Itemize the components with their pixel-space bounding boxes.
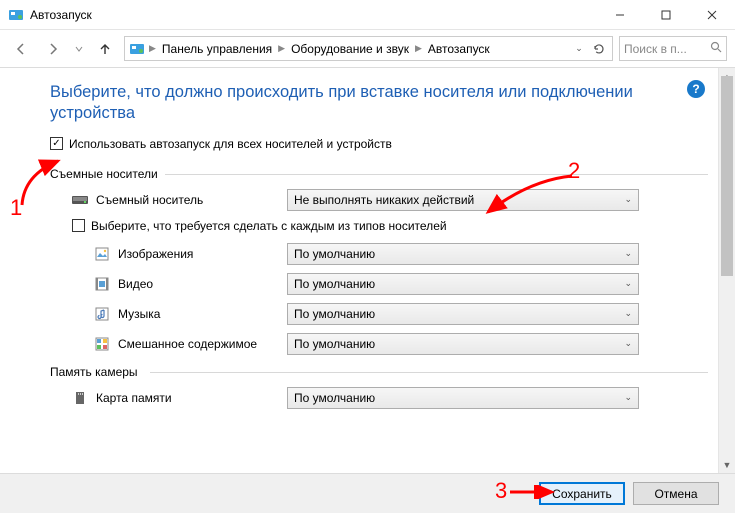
breadcrumb[interactable]: Панель управления bbox=[160, 42, 274, 56]
video-icon bbox=[94, 276, 110, 292]
control-panel-icon bbox=[129, 41, 145, 57]
cancel-button[interactable]: Отмена bbox=[633, 482, 719, 505]
combo-value: По умолчанию bbox=[294, 247, 375, 261]
chevron-down-icon: ⌄ bbox=[624, 308, 632, 319]
media-type-label: Изображения bbox=[118, 247, 193, 261]
search-placeholder: Поиск в п... bbox=[624, 42, 687, 56]
chevron-down-icon: ⌄ bbox=[624, 194, 632, 205]
combo-value: По умолчанию bbox=[294, 307, 375, 321]
mixed-icon bbox=[94, 336, 110, 352]
minimize-button[interactable] bbox=[597, 0, 643, 30]
image-icon bbox=[94, 246, 110, 262]
vertical-scrollbar[interactable]: ▲ ▼ bbox=[718, 68, 735, 473]
memory-card-label: Карта памяти bbox=[96, 391, 172, 405]
video-combo[interactable]: По умолчанию ⌄ bbox=[287, 273, 639, 295]
nav-forward-button[interactable] bbox=[40, 36, 66, 62]
refresh-button[interactable] bbox=[590, 40, 608, 58]
titlebar: Автозапуск bbox=[0, 0, 735, 30]
help-icon[interactable]: ? bbox=[687, 80, 705, 98]
autoplay-all-checkbox[interactable]: ✓ bbox=[50, 137, 63, 150]
chevron-right-icon: ▶ bbox=[149, 43, 156, 54]
page-title: Выберите, что должно происходить при вст… bbox=[50, 82, 670, 125]
media-type-label: Видео bbox=[118, 277, 153, 291]
breadcrumb[interactable]: Оборудование и звук bbox=[289, 42, 411, 56]
maximize-button[interactable] bbox=[643, 0, 689, 30]
footer: Сохранить Отмена bbox=[0, 473, 735, 513]
navbar: ▶ Панель управления ▶ Оборудование и зву… bbox=[0, 30, 735, 68]
combo-value: Не выполнять никаких действий bbox=[294, 193, 474, 207]
window-title: Автозапуск bbox=[30, 8, 92, 22]
address-bar[interactable]: ▶ Панель управления ▶ Оборудование и зву… bbox=[124, 36, 613, 61]
close-button[interactable] bbox=[689, 0, 735, 30]
search-icon bbox=[710, 41, 722, 56]
removable-media-legend: Съемные носители bbox=[50, 167, 698, 181]
music-icon bbox=[94, 306, 110, 322]
combo-value: По умолчанию bbox=[294, 337, 375, 351]
nav-history-dropdown[interactable] bbox=[72, 36, 86, 62]
combo-value: По умолчанию bbox=[294, 391, 375, 405]
address-dropdown-button[interactable]: ⌄ bbox=[570, 40, 588, 58]
annotation-arrow-1 bbox=[18, 155, 66, 210]
annotation-arrow-2 bbox=[480, 170, 580, 220]
chevron-right-icon: ▶ bbox=[415, 43, 422, 54]
chevron-right-icon: ▶ bbox=[278, 43, 285, 54]
images-combo[interactable]: По умолчанию ⌄ bbox=[287, 243, 639, 265]
content-pane: Выберите, что должно происходить при вст… bbox=[0, 68, 718, 473]
chevron-down-icon: ⌄ bbox=[624, 392, 632, 403]
nav-back-button[interactable] bbox=[8, 36, 34, 62]
annotation-3: 3 bbox=[495, 478, 507, 504]
app-icon bbox=[8, 7, 24, 23]
memory-card-combo[interactable]: По умолчанию ⌄ bbox=[287, 387, 639, 409]
removable-drive-label: Съемный носитель bbox=[96, 193, 203, 207]
scrollbar-thumb[interactable] bbox=[721, 76, 733, 276]
media-type-label: Смешанное содержимое bbox=[118, 337, 257, 351]
mixed-combo[interactable]: По умолчанию ⌄ bbox=[287, 333, 639, 355]
camera-storage-legend: Память камеры bbox=[50, 365, 698, 379]
removable-drive-icon bbox=[72, 192, 88, 208]
combo-value: По умолчанию bbox=[294, 277, 375, 291]
chevron-down-icon: ⌄ bbox=[624, 338, 632, 349]
per-type-checkbox[interactable] bbox=[72, 219, 85, 232]
autoplay-all-label: Использовать автозапуск для всех носител… bbox=[69, 137, 392, 151]
removable-drive-combo[interactable]: Не выполнять никаких действий ⌄ bbox=[287, 189, 639, 211]
music-combo[interactable]: По умолчанию ⌄ bbox=[287, 303, 639, 325]
annotation-arrow-3 bbox=[508, 485, 558, 499]
breadcrumb[interactable]: Автозапуск bbox=[426, 42, 492, 56]
sdcard-icon bbox=[72, 390, 88, 406]
media-type-label: Музыка bbox=[118, 307, 160, 321]
search-input[interactable]: Поиск в п... bbox=[619, 36, 727, 61]
per-type-label: Выберите, что требуется сделать с каждым… bbox=[91, 219, 447, 233]
scroll-down-icon[interactable]: ▼ bbox=[719, 456, 735, 473]
chevron-down-icon: ⌄ bbox=[624, 278, 632, 289]
chevron-down-icon: ⌄ bbox=[624, 248, 632, 259]
nav-up-button[interactable] bbox=[92, 36, 118, 62]
